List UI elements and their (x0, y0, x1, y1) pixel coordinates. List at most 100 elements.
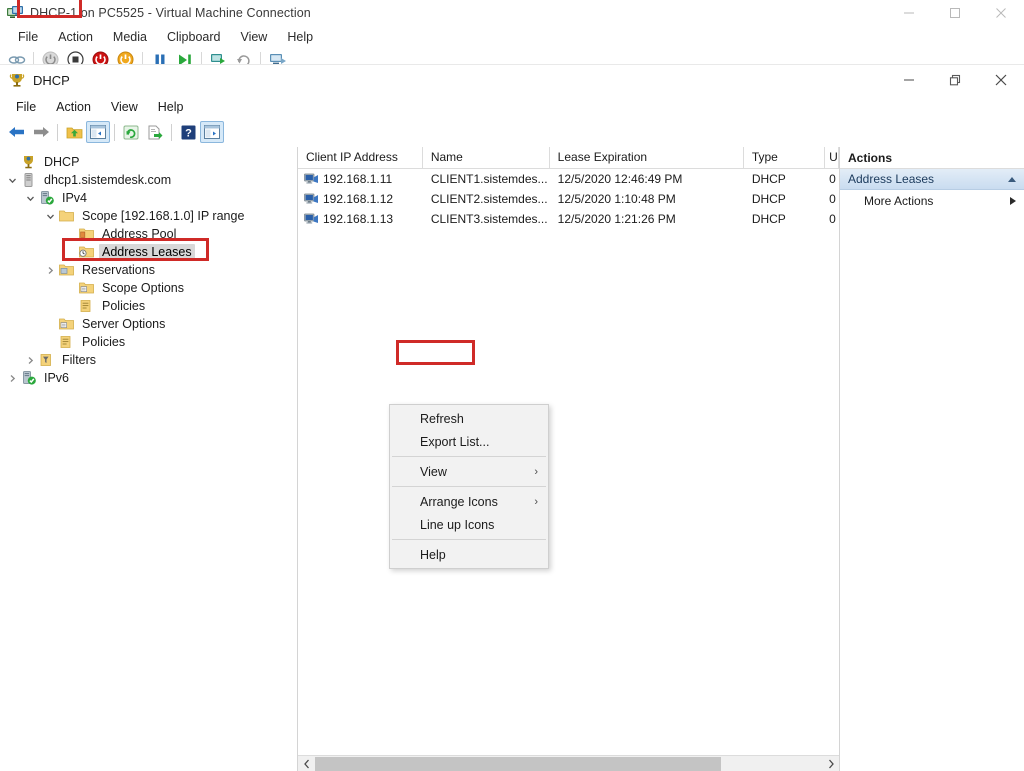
refresh-icon[interactable] (119, 121, 143, 143)
context-menu-line-up-icons[interactable]: Line up Icons (390, 513, 548, 536)
tree-item-label: DHCP (44, 155, 80, 169)
dhcp-close-button[interactable] (978, 65, 1024, 95)
tree-item-ipv6[interactable]: IPv6 (0, 369, 297, 387)
table-row[interactable]: 192.168.1.13 CLIENT3.sistemdes... 12/5/2… (298, 209, 839, 229)
policies-icon (58, 334, 75, 350)
dhcp-icon (8, 71, 26, 89)
tree-item-scope-policies[interactable]: Policies (0, 297, 297, 315)
vm-menu-view[interactable]: View (230, 28, 277, 46)
tree-item-reservations[interactable]: Reservations (0, 261, 297, 279)
tree-item-server-options[interactable]: Server Options (0, 315, 297, 333)
cell-client-ip: 192.168.1.12 (323, 192, 394, 206)
filters-icon (38, 352, 55, 368)
tree-item-label: dhcp1.sistemdesk.com (44, 173, 172, 187)
actions-pane-header: Actions (840, 147, 1024, 169)
list-context-menu[interactable]: Refresh Export List... View › Arrange Ic… (389, 404, 549, 569)
column-header-type[interactable]: Type (744, 147, 826, 168)
dhcp-menu-help[interactable]: Help (148, 98, 194, 116)
forward-arrow-icon[interactable] (29, 121, 53, 143)
properties-icon[interactable] (200, 121, 224, 143)
actions-group-address-leases[interactable]: Address Leases (840, 169, 1024, 190)
tree-twisty-collapsed[interactable] (22, 351, 38, 369)
tree-twisty-collapsed[interactable] (4, 369, 20, 387)
help-icon[interactable]: ? (176, 121, 200, 143)
context-menu-item-label: View (420, 464, 447, 479)
dhcp-restore-button[interactable] (932, 65, 978, 95)
tree-item-address-leases[interactable]: Address Leases (0, 243, 297, 261)
triangle-up-icon[interactable] (1008, 176, 1016, 182)
column-header-lease-expiration[interactable]: Lease Expiration (550, 147, 744, 168)
dhcp-minimize-button[interactable] (886, 65, 932, 95)
up-one-level-icon[interactable] (62, 121, 86, 143)
tree-item-address-pool[interactable]: Address Pool (0, 225, 297, 243)
export-list-icon[interactable] (143, 121, 167, 143)
console-tree-pane[interactable]: DHCP dhcp1.sistemdesk.com IPv4 Scope [19… (0, 147, 298, 771)
server-icon (20, 172, 37, 188)
tree-item-dhcp[interactable]: DHCP (0, 153, 297, 171)
address-leases-icon (78, 244, 95, 260)
policies-icon (78, 298, 95, 314)
tree-twisty-none (42, 333, 58, 351)
tree-twisty-none (62, 297, 78, 315)
dhcp-menu-file[interactable]: File (6, 98, 46, 116)
list-horizontal-scrollbar[interactable] (298, 755, 839, 771)
tree-twisty-expanded[interactable] (4, 171, 20, 189)
tree-item-scope-options[interactable]: Scope Options (0, 279, 297, 297)
scrollbar-thumb[interactable] (315, 756, 721, 771)
show-hide-tree-icon[interactable] (86, 121, 110, 143)
scrollbar-track[interactable] (315, 755, 822, 771)
computer-icon (304, 172, 319, 186)
table-row[interactable]: 192.168.1.12 CLIENT2.sistemdes... 12/5/2… (298, 189, 839, 209)
cell-name: CLIENT2.sistemdes... (430, 192, 548, 206)
tree-item-server-policies[interactable]: Policies (0, 333, 297, 351)
table-row[interactable]: 192.168.1.11 CLIENT1.sistemdes... 12/5/2… (298, 169, 839, 189)
context-menu-export-list[interactable]: Export List... (390, 430, 548, 453)
vm-menu-file[interactable]: File (8, 28, 48, 46)
vm-menu-clipboard[interactable]: Clipboard (157, 28, 231, 46)
dhcp-menu-action[interactable]: Action (46, 98, 101, 116)
context-menu-item-label: Help (420, 547, 446, 562)
dhcp-console-menubar: File Action View Help (0, 95, 1024, 119)
vm-maximize-button[interactable] (932, 0, 978, 25)
actions-item-more-actions[interactable]: More Actions (840, 190, 1024, 211)
tree-item-label: Policies (82, 335, 126, 349)
tree-item-filters[interactable]: Filters (0, 351, 297, 369)
context-menu-view[interactable]: View › (390, 460, 548, 483)
context-menu-item-label: Arrange Icons (420, 494, 498, 509)
scope-options-icon (78, 280, 95, 296)
tree-item-ipv4[interactable]: IPv4 (0, 189, 297, 207)
vm-menu-help[interactable]: Help (277, 28, 323, 46)
dhcp-console-toolbar: ? (0, 119, 1024, 145)
tree-item-dhcp1-server[interactable]: dhcp1.sistemdesk.com (0, 171, 297, 189)
tree-twisty-collapsed[interactable] (42, 261, 58, 279)
tree-twisty-none (62, 279, 78, 297)
actions-item-label: More Actions (864, 193, 934, 208)
context-menu-separator (392, 539, 546, 540)
actions-pane: Actions Address Leases More Actions (840, 147, 1024, 771)
context-menu-refresh[interactable]: Refresh (390, 407, 548, 430)
column-header-name[interactable]: Name (423, 147, 550, 168)
back-arrow-icon[interactable] (5, 121, 29, 143)
dhcp-menu-view[interactable]: View (101, 98, 148, 116)
chevron-left-icon[interactable] (298, 756, 315, 771)
vm-minimize-button[interactable] (886, 0, 932, 25)
chevron-right-icon[interactable] (822, 756, 839, 771)
tree-item-scope[interactable]: Scope [192.168.1.0] IP range (0, 207, 297, 225)
cell-client-ip: 192.168.1.13 (323, 212, 394, 226)
column-header-unique-id[interactable]: U (825, 147, 839, 168)
tree-item-label: Policies (102, 299, 146, 313)
context-menu-help[interactable]: Help (390, 543, 548, 566)
tree-twisty-expanded[interactable] (22, 189, 38, 207)
column-header-client-ip[interactable]: Client IP Address (298, 147, 423, 168)
cell-lease-expiration: 12/5/2020 1:21:26 PM (557, 212, 676, 226)
tree-twisty-none (42, 315, 58, 333)
address-leases-list-pane[interactable]: Client IP Address Name Lease Expiration … (298, 147, 840, 771)
ipv6-icon (20, 370, 37, 386)
actions-pane-title: Actions (848, 150, 893, 165)
vm-close-button[interactable] (978, 0, 1024, 25)
vm-menu-media[interactable]: Media (103, 28, 157, 46)
context-menu-arrange-icons[interactable]: Arrange Icons › (390, 490, 548, 513)
vm-menu-action[interactable]: Action (48, 28, 103, 46)
cell-type: DHCP (751, 212, 786, 226)
tree-twisty-expanded[interactable] (42, 207, 58, 225)
